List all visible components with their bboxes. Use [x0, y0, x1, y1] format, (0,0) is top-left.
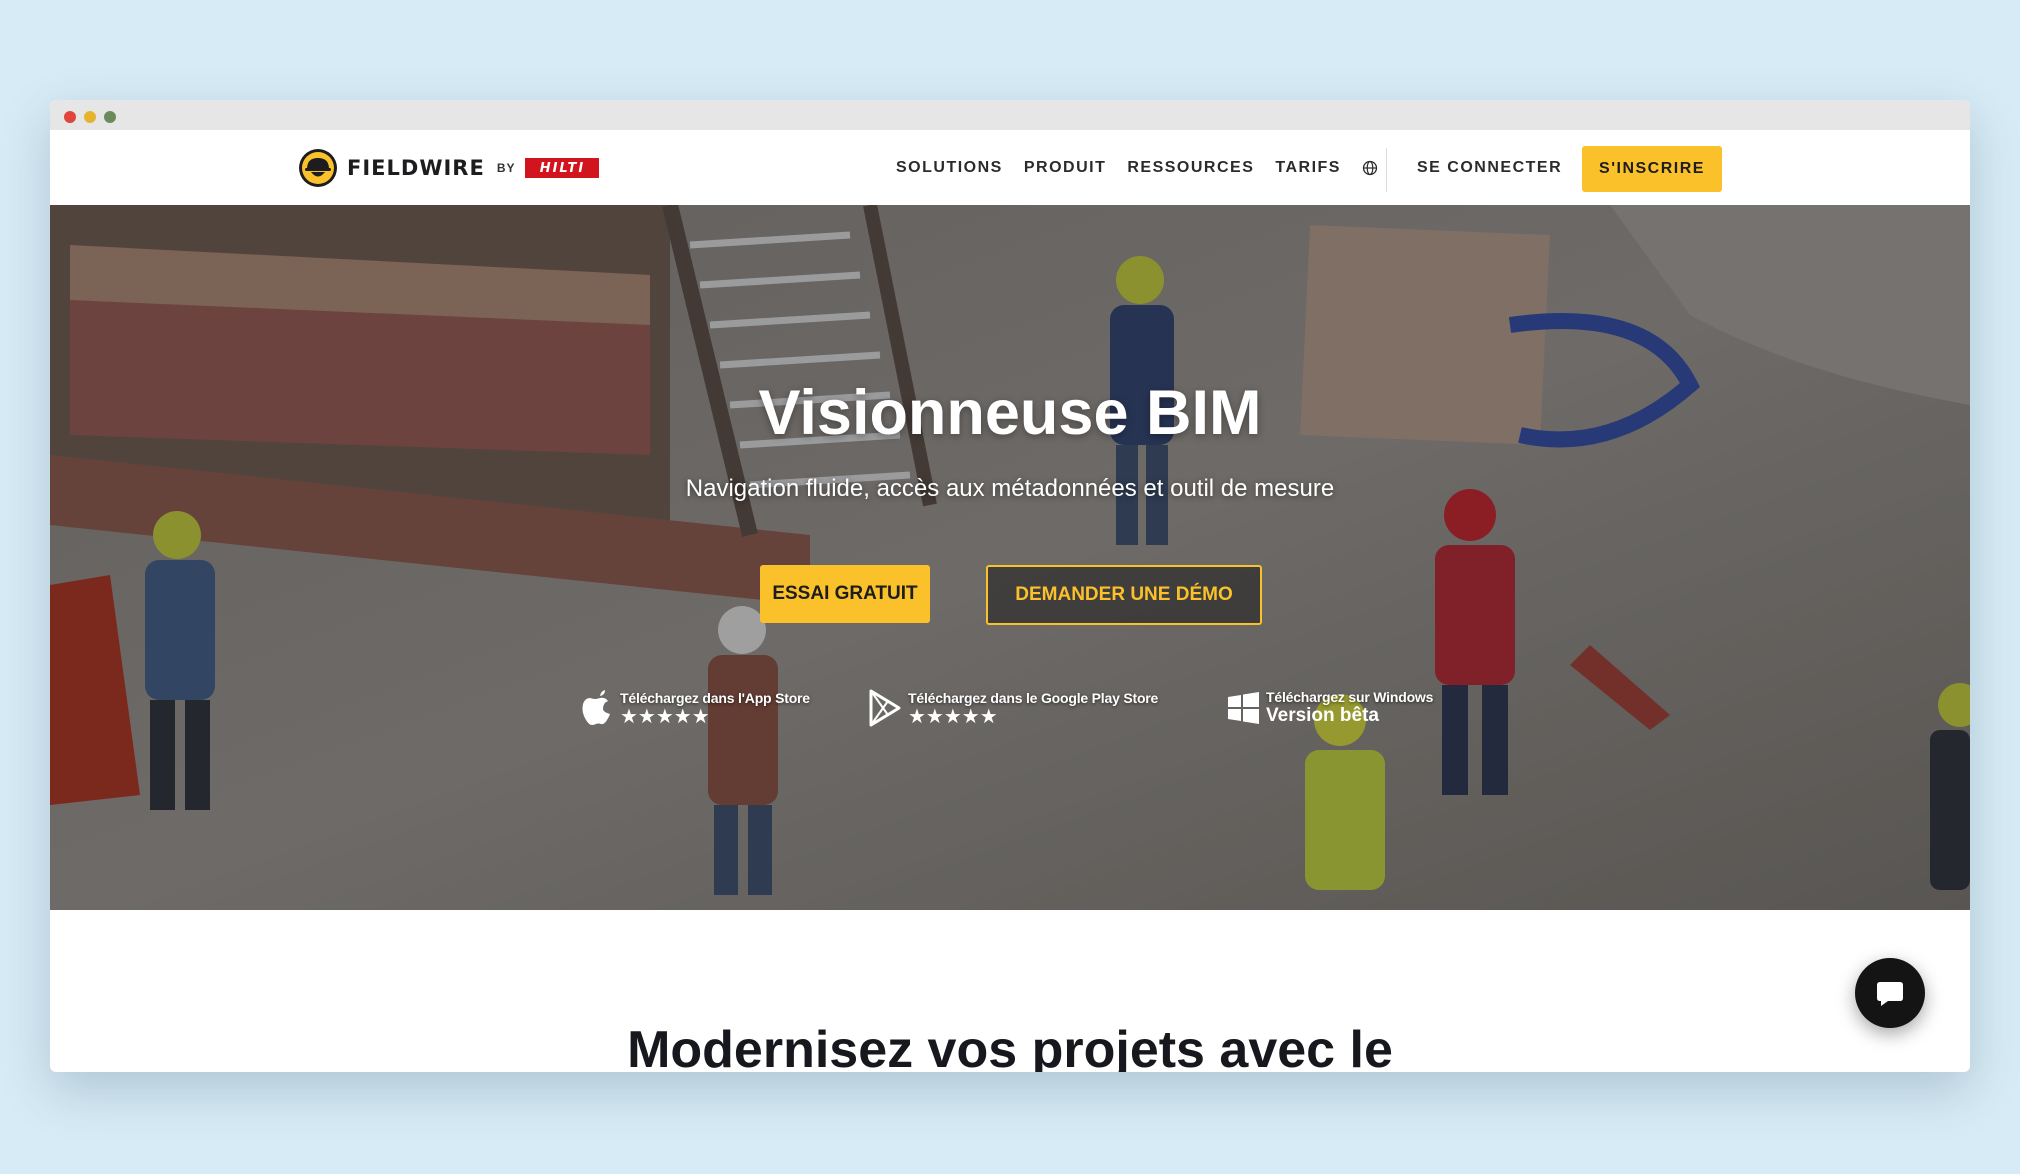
fieldwire-helmet-icon — [299, 149, 337, 187]
fieldwire-logo[interactable]: FIELDWIRE BY HILTI — [298, 148, 600, 188]
login-link[interactable]: SE CONNECTER — [1417, 130, 1562, 205]
globe-icon[interactable] — [1362, 160, 1378, 176]
hero-overlay — [50, 205, 1970, 910]
window-titlebar — [50, 100, 1970, 130]
nav-ressources[interactable]: RESSOURCES — [1127, 159, 1254, 177]
google-play-icon — [869, 689, 901, 727]
google-play-rating-stars: ★★★★★ — [908, 705, 998, 728]
brand-by: BY — [496, 161, 516, 175]
app-store-badge[interactable]: Téléchargez dans l'App Store ★★★★★ — [580, 683, 810, 733]
nav-solutions[interactable]: SOLUTIONS — [896, 159, 1003, 177]
minimize-window-button[interactable] — [84, 111, 96, 123]
signup-button[interactable]: S'INSCRIRE — [1582, 146, 1722, 192]
windows-store-badge[interactable]: Téléchargez sur Windows Version bêta — [1226, 683, 1433, 733]
hilti-logo: HILTI — [525, 158, 600, 178]
nav-divider — [1386, 148, 1387, 192]
nav-produit[interactable]: PRODUIT — [1024, 159, 1107, 177]
google-play-label: Téléchargez dans le Google Play Store — [908, 689, 1159, 706]
google-play-badge[interactable]: Téléchargez dans le Google Play Store ★★… — [868, 683, 1158, 733]
nav-tarifs[interactable]: TARIFS — [1275, 159, 1341, 177]
hero-title: Visionneuse BIM — [758, 378, 1262, 448]
main-nav: SOLUTIONS PRODUIT RESSOURCES TARIFS — [896, 130, 1378, 205]
chat-widget-button[interactable] — [1855, 958, 1925, 1028]
windows-icon — [1228, 692, 1259, 724]
browser-window: FIELDWIRE BY HILTI SOLUTIONS PRODUIT RES… — [50, 100, 1970, 1072]
site-header: FIELDWIRE BY HILTI SOLUTIONS PRODUIT RES… — [50, 130, 1970, 205]
apple-icon — [582, 690, 610, 725]
brand-name: FIELDWIRE — [347, 156, 485, 180]
app-store-rating-stars: ★★★★★ — [620, 705, 710, 728]
free-trial-button[interactable]: ESSAI GRATUIT — [760, 565, 930, 623]
maximize-window-button[interactable] — [104, 111, 116, 123]
chat-bubble-icon — [1877, 982, 1903, 1006]
app-store-label: Téléchargez dans l'App Store — [620, 689, 810, 706]
hero-section: Visionneuse BIM Navigation fluide, accès… — [50, 205, 1970, 910]
close-window-button[interactable] — [64, 111, 76, 123]
windows-store-label: Téléchargez sur Windows — [1266, 689, 1434, 705]
section-heading: Modernisez vos projets avec le — [627, 1021, 1393, 1072]
hero-subtitle: Navigation fluide, accès aux métadonnées… — [685, 475, 1335, 502]
hilti-logo-text: HILTI — [539, 160, 586, 176]
request-demo-button[interactable]: DEMANDER UNE DÉMO — [986, 565, 1262, 625]
windows-version-label: Version bêta — [1266, 705, 1379, 726]
